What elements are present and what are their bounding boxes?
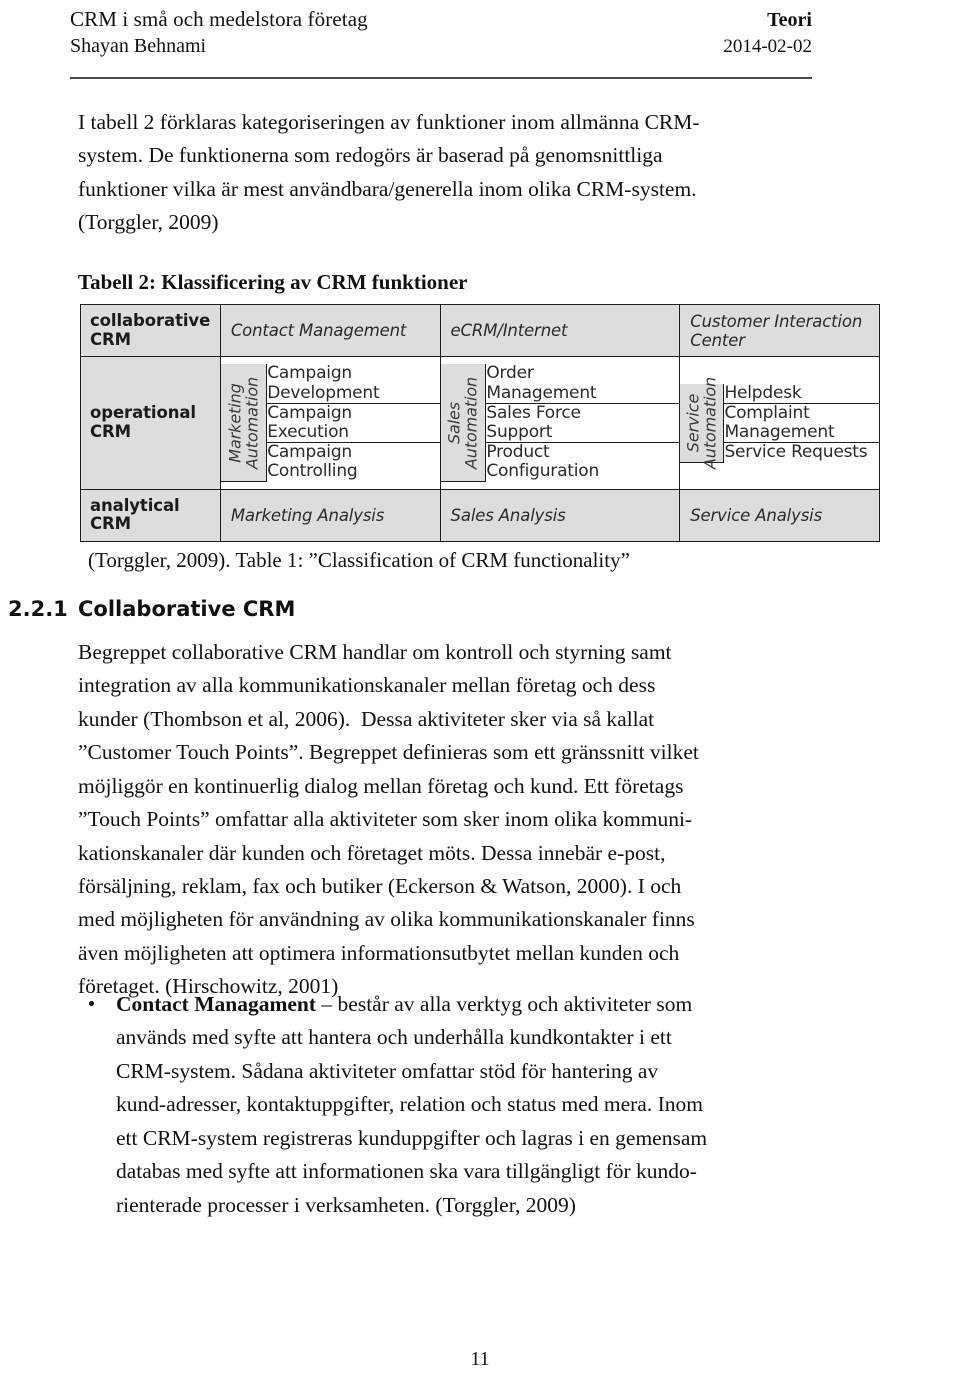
level-cell-collaborative: collaborative CRM: [80, 303, 221, 358]
bullet-line: används med syfte att hantera och underh…: [116, 1025, 672, 1050]
rotated-label-marketing-automation: Marketing Automation: [220, 364, 268, 483]
function-cell-helpdesk: Helpdesk: [723, 383, 879, 404]
paragraph-line: ”Touch Points” omfattar alla aktiviteter…: [78, 807, 693, 832]
marketing-automation-body: Marketing Automation Campaign Development: [220, 364, 440, 483]
bullet-section: Contact Managament – består av alla verk…: [78, 988, 823, 1222]
intro-line: funktioner vilka är mest användbara/gene…: [78, 176, 697, 201]
bullet-line: rienterade processer i verksamheten. (To…: [116, 1192, 576, 1217]
bullet-list: Contact Managament – består av alla verk…: [78, 988, 823, 1222]
crm-classification-figure: collaborative CRM Contact Management eCRM…: [80, 303, 880, 543]
rotated-label-service-automation: Service Automation: [680, 377, 725, 469]
analytical-cell-service: Service Analysis: [679, 488, 880, 543]
bullet-line: kund-adresser, kontaktuppgifter, relatio…: [116, 1092, 703, 1117]
bullet-dot-icon: [89, 1001, 94, 1006]
collaborative-cell-service: Customer Interaction Center: [679, 303, 880, 358]
level-label-analytical: analytical CRM: [90, 495, 180, 534]
rotated-label-inner: Marketing Automation: [225, 376, 262, 469]
collaborative-label-customer-interaction-center: Customer Interaction Center: [690, 311, 863, 350]
collaborative-cell-marketing: Contact Management: [219, 303, 441, 358]
bullet-line: databas med syfte att informationen ska …: [116, 1159, 697, 1184]
bullet-first-line: Contact Managament – består av alla verk…: [116, 988, 823, 1021]
analytical-cell-sales: Sales Analysis: [439, 488, 681, 543]
paragraph-line: även möjligheten att optimera informatio…: [78, 940, 680, 965]
paragraph-line: integration av alla kommunikationskanale…: [78, 673, 656, 698]
function-cell-sales-force-support: Sales Force Support: [485, 403, 680, 444]
bullet-line: CRM-system. Sådana aktiviteter omfattar …: [116, 1058, 659, 1083]
collaborative-cell-sales: eCRM/Internet: [439, 303, 681, 358]
header-section-label: Teori: [767, 9, 812, 31]
rotated-label-sales-automation: Sales Automation: [440, 364, 487, 483]
bullet-term: Contact Managament: [116, 992, 317, 1016]
rotated-label-line2: Automation: [700, 376, 720, 469]
page-number: 11: [470, 1348, 490, 1370]
service-automation-grid: Service Automation Helpdesk Complaint Man…: [680, 377, 879, 469]
paragraph-line: kationskanaler där kunden och företaget …: [78, 840, 666, 865]
operational-cell-sales-automation: Sales Automation Order Management Sales F…: [439, 356, 681, 490]
section-body-collaborative-crm: Begreppet collaborative CRM handlar om k…: [78, 636, 823, 1004]
analysis-label-service: Service Analysis: [690, 505, 823, 525]
crm-classification-table: collaborative CRM Contact Management eCRM…: [80, 303, 880, 543]
rotated-label-line1: Service: [683, 393, 703, 452]
document-author: Shayan Behnami: [70, 35, 207, 58]
function-cell-product-configuration: Product Configuration: [485, 443, 680, 482]
document-title: CRM i små och medelstora företag: [70, 7, 368, 31]
marketing-automation-grid: Marketing Automation Campaign Development…: [220, 364, 440, 483]
header-row-author: Shayan Behnami 2014-02-02: [70, 33, 812, 60]
intro-line: I tabell 2 förklaras kategoriseringen av…: [78, 110, 700, 134]
function-cell-complaint-management: Complaint Management: [723, 403, 879, 444]
paragraph-line: möjliggör en kontinuerlig dialog mellan …: [78, 773, 684, 798]
rotated-label-inner: Sales Automation: [444, 376, 481, 469]
collaborative-label-ecrm-internet: eCRM/Internet: [450, 321, 568, 341]
intro-section: I tabell 2 förklaras kategoriseringen av…: [78, 106, 818, 297]
analytical-cell-marketing: Marketing Analysis: [219, 488, 441, 543]
section-heading-collaborative-crm: 2.2.1 Collaborative CRM: [8, 597, 818, 621]
rotated-label-line1: Sales: [444, 401, 464, 444]
paragraph-line: ”Customer Touch Points”. Begreppet defin…: [78, 740, 699, 765]
table-row-collaborative: collaborative CRM Contact Management eCRM…: [80, 303, 880, 358]
operational-cell-marketing-automation: Marketing Automation Campaign Development…: [219, 356, 441, 490]
collaborative-label-contact-management: Contact Management: [230, 321, 407, 341]
level-label-operational: operational CRM: [90, 403, 196, 442]
level-cell-analytical: analytical CRM: [80, 488, 221, 543]
bullet-line: ett CRM-system registreras kunduppgifter…: [116, 1125, 708, 1150]
service-automation-body: Service Automation Helpdesk: [680, 377, 879, 469]
rotated-label-line1: Marketing: [225, 382, 245, 463]
analysis-label-marketing: Marketing Analysis: [230, 505, 385, 525]
function-cell-order-management: Order Management: [485, 364, 680, 404]
header-row-title: CRM i små och medelstora företag Teori: [70, 6, 812, 33]
level-label-collaborative: collaborative CRM: [90, 310, 211, 349]
function-cell-campaign-development: Campaign Development: [266, 364, 440, 404]
intro-line: system. De funktionerna som redogörs är …: [78, 143, 663, 168]
table-caption: Tabell 2: Klassificering av CRM funktion…: [78, 269, 468, 294]
rotated-label-line2: Automation: [461, 376, 481, 469]
header-divider: [70, 77, 812, 79]
rotated-label-line2: Automation: [242, 376, 262, 469]
document-date: 2014-02-02: [723, 36, 812, 58]
section-paragraph: Begreppet collaborative CRM handlar om k…: [78, 636, 823, 1004]
rotated-label-inner: Service Automation: [683, 376, 720, 469]
table-row-analytical: analytical CRM Marketing Analysis Sales A…: [80, 488, 880, 543]
paragraph-line: försäljning, reklam, fax och butiker (Ec…: [78, 873, 682, 898]
function-cell-campaign-controlling: Campaign Controlling: [266, 443, 440, 482]
analysis-label-sales: Sales Analysis: [450, 505, 566, 525]
paragraph-line: kunder (Thombson et al, 2006). Dessa akt…: [78, 706, 655, 731]
intro-paragraph: I tabell 2 förklaras kategoriseringen av…: [78, 106, 818, 240]
function-cell-campaign-execution: Campaign Execution: [266, 403, 440, 444]
bullet-line: – består av alla verktyg och aktiviteter…: [316, 992, 693, 1016]
section-title: Collaborative CRM: [78, 597, 296, 621]
paragraph-line: med möjligheten för användning av olika …: [78, 907, 695, 932]
function-cell-service-requests: Service Requests: [723, 442, 879, 463]
list-item: Contact Managament – består av alla verk…: [78, 988, 823, 1222]
intro-line: (Torggler, 2009): [78, 210, 219, 235]
sales-automation-grid: Sales Automation Order Management Sales F…: [440, 364, 680, 483]
operational-cell-service-automation: Service Automation Helpdesk Complaint Man…: [679, 356, 880, 490]
section-number: 2.2.1: [8, 597, 68, 621]
sales-automation-body: Sales Automation Order Management: [440, 364, 680, 483]
level-cell-operational: operational CRM: [80, 356, 221, 490]
figure-source-caption: (Torggler, 2009). Table 1: ”Classificati…: [88, 548, 630, 572]
paragraph-line: Begreppet collaborative CRM handlar om k…: [78, 640, 672, 664]
table-row-operational: operational CRM Marketing Automation Camp…: [80, 356, 880, 490]
page-header: CRM i små och medelstora företag Teori S…: [70, 6, 812, 60]
